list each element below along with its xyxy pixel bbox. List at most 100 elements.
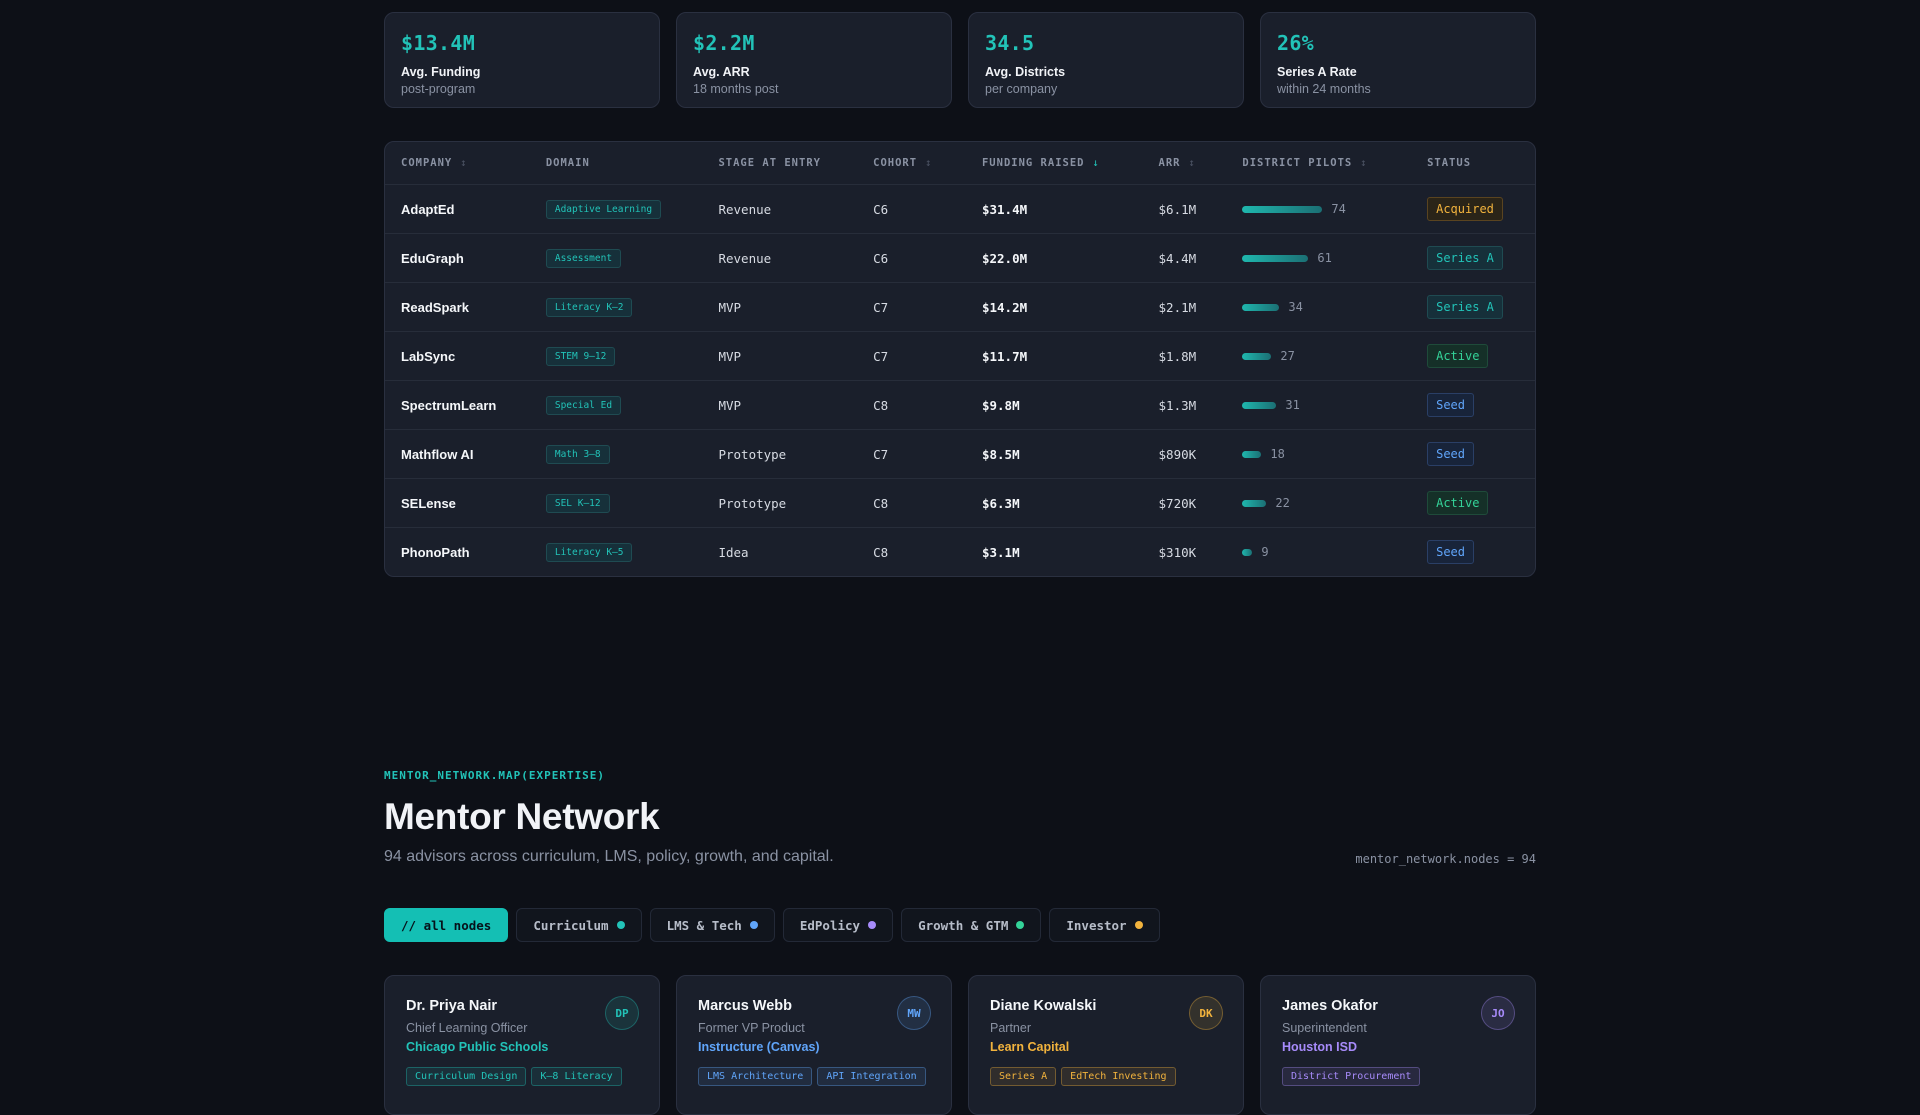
expertise-tag: EdTech Investing — [1061, 1067, 1176, 1086]
stage-cell: Prototype — [702, 478, 858, 528]
cohort-cell: C8 — [857, 478, 966, 528]
table-row[interactable]: SELense SEL K–12 Prototype C8 $6.3M $720K 22 Ac… — [385, 478, 1535, 528]
funding-cell: $3.1M — [981, 544, 1020, 560]
mentor-organization: Learn Capital — [990, 1040, 1070, 1054]
table-row[interactable]: SpectrumLearn Special Ed MVP C8 $9.8M $1.3M 31… — [385, 380, 1535, 430]
sort-icon[interactable]: ↕ — [1189, 157, 1196, 169]
status-cell: Active — [1411, 478, 1535, 528]
table-row[interactable]: PhonoPath Literacy K–5 Idea C8 $3.1M $310K 9 Se… — [385, 528, 1535, 577]
column-header-label: COHORT — [873, 157, 918, 169]
stat-sub: 18 months post — [693, 82, 779, 96]
column-header-label: STATUS — [1427, 157, 1472, 169]
sort-icon[interactable]: ↕ — [925, 157, 932, 169]
filter-chip-growth-gtm[interactable]: Growth & GTM — [901, 908, 1042, 942]
stat-value: 26% — [1277, 31, 1315, 55]
funding-cell: $6.3M — [965, 478, 1143, 528]
section-eyebrow: MENTOR_NETWORK.MAP(EXPERTISE) — [384, 769, 606, 782]
arr-cell: $2.1M — [1142, 282, 1227, 332]
domain-cell: Math 3–8 — [529, 429, 703, 479]
sort-icon[interactable]: ↓ — [1093, 157, 1100, 169]
cohort-cell: C7 — [857, 282, 966, 332]
column-header-funding-raised[interactable]: FUNDING RAISED ↓ — [965, 142, 1143, 185]
filter-chip-curriculum[interactable]: Curriculum — [516, 908, 642, 942]
filter-chip-all-nodes[interactable]: // all nodes — [384, 908, 509, 942]
stat-sub: post-program — [401, 82, 476, 96]
mentor-card[interactable]: Marcus Webb Former VP Product Instructure … — [676, 975, 952, 1115]
stat-label: Series A Rate — [1277, 65, 1357, 79]
filter-chip-lms-tech[interactable]: LMS & Tech — [649, 908, 775, 942]
column-header-district-pilots[interactable]: DISTRICT PILOTS ↕ — [1226, 142, 1412, 185]
column-header-label: FUNDING RAISED — [981, 157, 1085, 169]
expertise-tag: K–8 Literacy — [531, 1067, 622, 1086]
mentor-role: Superintendent — [1282, 1021, 1367, 1035]
status-cell: Seed — [1411, 429, 1535, 479]
status-badge: Seed — [1427, 442, 1474, 466]
mentor-network-header: MENTOR_NETWORK.MAP(EXPERTISE) Mentor Net… — [384, 769, 1536, 866]
stage-cell: MVP — [702, 331, 858, 381]
column-header-domain: DOMAIN — [529, 142, 703, 185]
stat-card-series-a-rate: 26% Series A Rate within 24 months — [1260, 12, 1536, 108]
table-row[interactable]: ReadSpark Literacy K–2 MVP C7 $14.2M $2.1M 34 S… — [385, 282, 1535, 332]
pilots-bar — [1242, 352, 1272, 360]
company-cell: EduGraph — [385, 233, 530, 283]
column-header-status: STATUS — [1411, 142, 1535, 185]
cohort-cell: C8 — [857, 380, 966, 430]
filter-chip-label: EdPolicy — [799, 917, 861, 933]
filter-chip-investor[interactable]: Investor — [1049, 908, 1160, 942]
mentor-card[interactable]: Diane Kowalski Partner Learn Capital DK Seri… — [968, 975, 1244, 1115]
column-header-arr[interactable]: ARR ↕ — [1142, 142, 1227, 185]
status-cell: Seed — [1411, 380, 1535, 430]
status-cell: Acquired — [1411, 184, 1535, 234]
status-badge: Series A — [1427, 246, 1503, 270]
sort-icon[interactable]: ↕ — [460, 157, 467, 169]
sort-icon[interactable]: ↕ — [1360, 157, 1367, 169]
mentor-card[interactable]: James Okafor Superintendent Houston ISD JO D… — [1260, 975, 1536, 1115]
expertise-tags: District Procurement — [1282, 1067, 1514, 1086]
mentor-card[interactable]: Dr. Priya Nair Chief Learning Officer Chic… — [384, 975, 660, 1115]
avatar: DK — [1189, 996, 1223, 1030]
expertise-tag: District Procurement — [1282, 1067, 1421, 1086]
table-row[interactable]: LabSync STEM 9–12 MVP C7 $11.7M $1.8M 27 Active — [385, 331, 1535, 381]
pilots-cell: 22 — [1226, 478, 1412, 528]
arr-cell: $720K — [1142, 478, 1227, 528]
arr-cell: $1.3M — [1142, 380, 1227, 430]
status-badge: Acquired — [1427, 197, 1503, 221]
stat-card-arr: $2.2M Avg. ARR 18 months post — [676, 12, 952, 108]
table-row[interactable]: AdaptEd Adaptive Learning Revenue C6 $31.4M $… — [385, 184, 1535, 234]
pilots-indicator: 9 — [1242, 545, 1411, 559]
table-row[interactable]: Mathflow AI Math 3–8 Prototype C7 $8.5M $890K… — [385, 429, 1535, 479]
company-cell: AdaptEd — [385, 184, 530, 234]
cohort-cell: C8 — [873, 544, 889, 560]
column-header-cohort[interactable]: COHORT ↕ — [857, 142, 966, 185]
pilots-bar — [1242, 548, 1253, 556]
stat-value: $2.2M — [693, 31, 755, 55]
domain-tag: Assessment — [545, 248, 622, 268]
funding-cell: $22.0M — [965, 233, 1143, 283]
filter-chip-edpolicy[interactable]: EdPolicy — [782, 908, 894, 942]
pilots-indicator: 27 — [1242, 349, 1411, 363]
stat-value: $13.4M — [401, 31, 476, 55]
pilots-count: 9 — [1261, 545, 1269, 559]
expertise-tag: Series A — [990, 1067, 1057, 1086]
mentor-role: Chief Learning Officer — [406, 1021, 528, 1035]
column-header-stage-at-entry: STAGE AT ENTRY — [702, 142, 858, 185]
status-badge: Seed — [1427, 540, 1474, 564]
arr-cell: $1.8M — [1142, 331, 1227, 381]
table-row[interactable]: EduGraph Assessment Revenue C6 $22.0M $4.4M 61… — [385, 233, 1535, 283]
mentor-role: Former VP Product — [698, 1021, 805, 1035]
column-header-label: ARR — [1158, 157, 1181, 169]
cohort-cell: C7 — [857, 429, 966, 479]
cohort-cell: C6 — [857, 184, 966, 234]
stage-cell: Revenue — [702, 184, 858, 234]
mentor-organization: Chicago Public Schools — [406, 1040, 549, 1054]
status-cell: Active — [1411, 331, 1535, 381]
arr-cell: $6.1M — [1142, 184, 1227, 234]
filter-chip-label: Curriculum — [533, 917, 609, 933]
domain-tag: SEL K–12 — [545, 493, 610, 513]
arr-cell: $4.4M — [1142, 233, 1227, 283]
mentor-name: James Okafor — [1282, 998, 1378, 1014]
pilots-bar — [1242, 205, 1323, 213]
domain-cell: SEL K–12 — [529, 478, 703, 528]
status-cell: Seed — [1411, 528, 1535, 577]
column-header-company[interactable]: COMPANY ↕ — [385, 142, 530, 185]
